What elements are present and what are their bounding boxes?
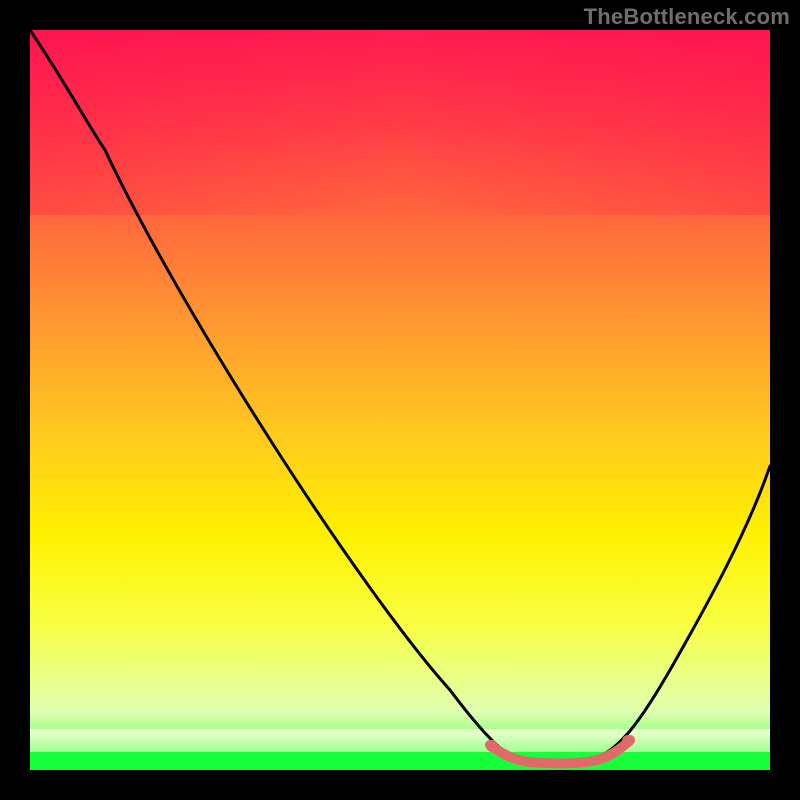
valley-dot-right xyxy=(622,735,634,747)
plot-area xyxy=(30,30,770,770)
curve-layer xyxy=(30,30,770,770)
valley-highlight xyxy=(490,740,630,763)
valley-dot-left xyxy=(486,740,498,752)
watermark-text: TheBottleneck.com xyxy=(584,4,790,30)
chart-frame: TheBottleneck.com xyxy=(0,0,800,800)
bottleneck-curve xyxy=(30,30,770,761)
